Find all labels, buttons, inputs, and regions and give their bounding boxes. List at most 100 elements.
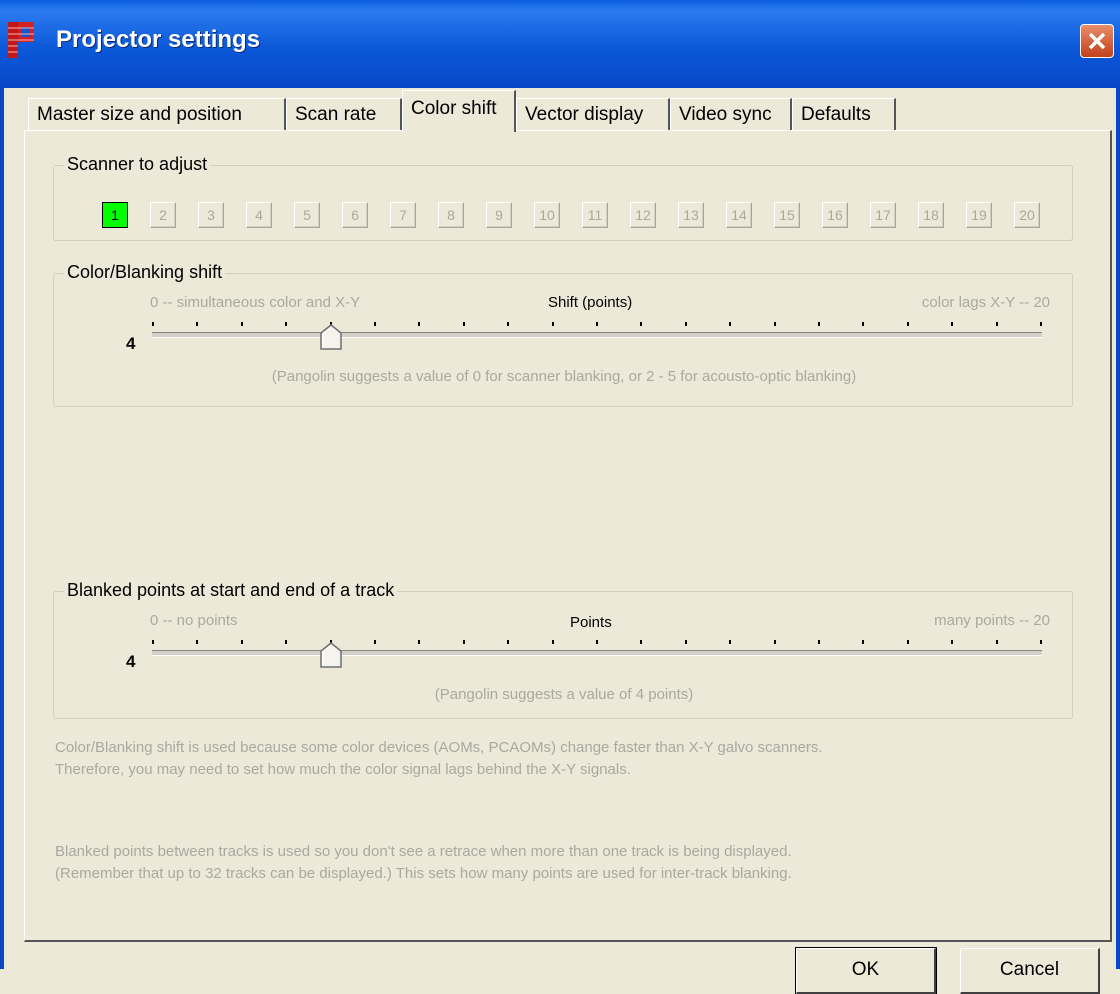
scanner-button-16[interactable]: 16 bbox=[822, 202, 848, 228]
blanked-max-label: many points -- 20 bbox=[934, 612, 1050, 629]
blanked-help-line-1: Blanked points between tracks is used so… bbox=[55, 843, 792, 860]
slider-tick bbox=[1040, 322, 1042, 326]
slider-tick bbox=[862, 640, 865, 644]
scanner-button-2[interactable]: 2 bbox=[150, 202, 176, 228]
slider-tick bbox=[240, 640, 243, 644]
tab-master-size-and-position[interactable]: Master size and position bbox=[28, 98, 286, 130]
slider-track[interactable] bbox=[152, 332, 1042, 338]
color-shift-help-line-1: Color/Blanking shift is used because som… bbox=[55, 739, 823, 756]
scanner-button-18[interactable]: 18 bbox=[918, 202, 944, 228]
scanner-button-19[interactable]: 19 bbox=[966, 202, 992, 228]
scanner-button-4[interactable]: 4 bbox=[246, 202, 272, 228]
slider-tick bbox=[684, 322, 687, 326]
slider-tick bbox=[418, 322, 421, 326]
title-bar[interactable]: Projector settings bbox=[0, 0, 1120, 88]
slider-tick bbox=[640, 322, 643, 326]
color-shift-panel: Scanner to adjust 1 2 3 4 5 6 7 8 9 10 11 12 13 14 15 1… bbox=[24, 130, 1112, 942]
slider-tick bbox=[285, 640, 288, 644]
slider-tick bbox=[374, 322, 376, 326]
blanked-points-group: Blanked points at start and end of a tra… bbox=[53, 580, 1073, 719]
slider-tick bbox=[596, 322, 598, 326]
slider-tick bbox=[640, 640, 643, 644]
window-title: Projector settings bbox=[56, 26, 261, 53]
slider-thumb[interactable] bbox=[319, 642, 342, 668]
scanner-group-label: Scanner to adjust bbox=[64, 154, 211, 175]
blanked-group-label: Blanked points at start and end of a tra… bbox=[64, 580, 398, 601]
color-shift-slider[interactable] bbox=[152, 318, 1042, 358]
close-icon bbox=[1088, 32, 1106, 50]
slider-tick bbox=[152, 640, 154, 644]
cancel-button[interactable]: Cancel bbox=[960, 948, 1100, 994]
slider-tick bbox=[240, 322, 243, 326]
tab-vector-display[interactable]: Vector display bbox=[516, 98, 670, 130]
slider-track[interactable] bbox=[152, 650, 1042, 656]
slider-tick bbox=[418, 640, 421, 644]
slider-tick bbox=[507, 640, 510, 644]
tab-color-shift[interactable]: Color shift bbox=[402, 90, 516, 132]
projector-settings-window: Projector settings Master size and posit… bbox=[0, 0, 1120, 994]
color-shift-min-label: 0 -- simultaneous color and X-Y bbox=[150, 294, 361, 311]
blanked-suggestion: (Pangolin suggests a value of 4 points) bbox=[434, 686, 694, 703]
slider-tick bbox=[995, 640, 998, 644]
blanked-help-text: Blanked points between tracks is used so… bbox=[55, 841, 792, 885]
blanked-points-slider[interactable] bbox=[152, 636, 1042, 676]
tab-defaults[interactable]: Defaults bbox=[792, 98, 896, 130]
slider-tick bbox=[684, 640, 687, 644]
scanner-button-12[interactable]: 12 bbox=[630, 202, 656, 228]
scanner-button-7[interactable]: 7 bbox=[390, 202, 416, 228]
scanner-button-13[interactable]: 13 bbox=[678, 202, 704, 228]
slider-tick bbox=[196, 640, 199, 644]
blanked-help-line-2: (Remember that up to 32 tracks can be di… bbox=[55, 865, 792, 882]
tab-scan-rate[interactable]: Scan rate bbox=[286, 98, 402, 130]
scanner-button-5[interactable]: 5 bbox=[294, 202, 320, 228]
color-shift-value: 4 bbox=[126, 334, 136, 353]
slider-tick bbox=[862, 322, 865, 326]
color-shift-group-label: Color/Blanking shift bbox=[64, 262, 226, 283]
slider-tick bbox=[951, 322, 954, 326]
scanner-button-15[interactable]: 15 bbox=[774, 202, 800, 228]
slider-tick bbox=[285, 322, 288, 326]
slider-tick bbox=[729, 322, 732, 326]
slider-tick bbox=[374, 640, 376, 644]
scanner-button-20[interactable]: 20 bbox=[1014, 202, 1040, 228]
scanner-button-11[interactable]: 11 bbox=[582, 202, 608, 228]
pangolin-app-icon bbox=[8, 22, 34, 58]
slider-tick bbox=[507, 322, 510, 326]
scanner-button-8[interactable]: 8 bbox=[438, 202, 464, 228]
color-blanking-shift-group: Color/Blanking shift 0 -- simultaneous c… bbox=[53, 262, 1073, 407]
dialog-client-area: Master size and position Scan rate Color… bbox=[8, 88, 1112, 994]
scanner-button-14[interactable]: 14 bbox=[726, 202, 752, 228]
scanner-button-17[interactable]: 17 bbox=[870, 202, 896, 228]
tab-video-sync[interactable]: Video sync bbox=[670, 98, 792, 130]
scanner-button-9[interactable]: 9 bbox=[486, 202, 512, 228]
slider-tick bbox=[818, 322, 820, 326]
slider-tick bbox=[773, 640, 776, 644]
ok-button[interactable]: OK bbox=[795, 947, 937, 994]
color-shift-suggestion: (Pangolin suggests a value of 0 for scan… bbox=[271, 368, 857, 385]
slider-tick bbox=[773, 322, 776, 326]
scanner-to-adjust-group: Scanner to adjust 1 2 3 4 5 6 7 8 9 10 11 12 13 14 15 1… bbox=[53, 154, 1073, 241]
scanner-button-6[interactable]: 6 bbox=[342, 202, 368, 228]
blanked-value: 4 bbox=[126, 652, 136, 671]
slider-tick bbox=[596, 640, 598, 644]
slider-tick bbox=[152, 322, 154, 326]
close-button[interactable] bbox=[1080, 24, 1114, 58]
window-frame-left bbox=[0, 88, 4, 969]
scanner-button-3[interactable]: 3 bbox=[198, 202, 224, 228]
slider-tick bbox=[906, 322, 909, 326]
slider-tick bbox=[551, 322, 554, 326]
blanked-center-label: Points bbox=[570, 614, 612, 631]
slider-tick bbox=[951, 640, 954, 644]
scanner-button-1[interactable]: 1 bbox=[102, 202, 128, 228]
color-shift-max-label: color lags X-Y -- 20 bbox=[921, 294, 1050, 311]
slider-tick bbox=[995, 322, 998, 326]
scanner-button-10[interactable]: 10 bbox=[534, 202, 560, 228]
slider-tick bbox=[906, 640, 909, 644]
slider-tick bbox=[462, 640, 465, 644]
slider-tick bbox=[462, 322, 465, 326]
color-shift-help-text: Color/Blanking shift is used because som… bbox=[55, 737, 823, 781]
slider-tick bbox=[818, 640, 820, 644]
slider-thumb[interactable] bbox=[319, 324, 342, 350]
blanked-min-label: 0 -- no points bbox=[150, 612, 238, 629]
color-shift-center-label: Shift (points) bbox=[548, 294, 633, 311]
